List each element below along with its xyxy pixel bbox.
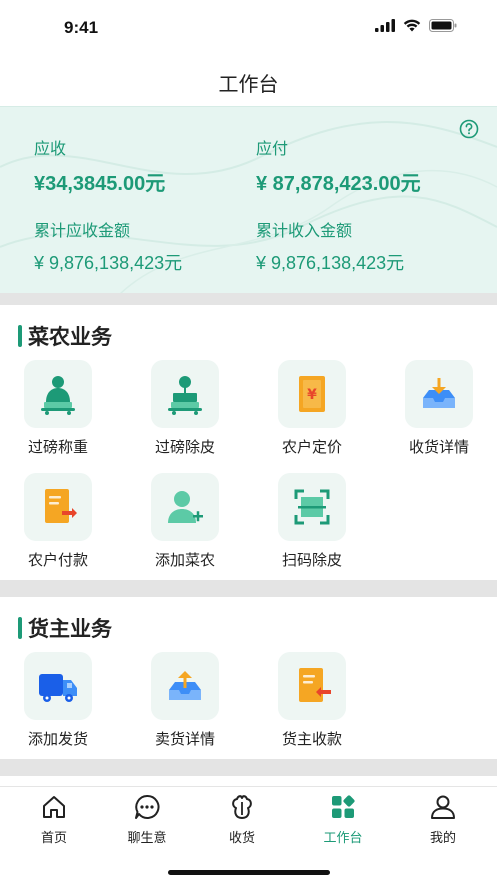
workbench-icon xyxy=(332,795,355,818)
payment-document-icon xyxy=(45,489,77,523)
tile-weigh[interactable]: 过磅称重 xyxy=(8,360,108,457)
tile-label: 添加菜农 xyxy=(154,551,215,569)
tab-chat[interactable]: 聊生意 xyxy=(107,793,187,846)
receivable-label: 应收 xyxy=(34,139,67,158)
tab-workbench[interactable]: 工作台 xyxy=(303,793,383,846)
tile-add-farmer[interactable]: 添加菜农 xyxy=(135,473,235,570)
total-income-block: 累计收入金额 ¥ 9,876,138,423元 xyxy=(256,217,404,275)
wifi-icon xyxy=(403,19,421,32)
tab-label: 聊生意 xyxy=(127,831,167,846)
total-income-label: 累计收入金额 xyxy=(256,221,353,240)
farmer-business-section: 菜农业务 过磅称重 过磅除皮 ¥ 农户定价 收货详情 农户付款 添加菜农 扫码除… xyxy=(0,305,497,580)
total-receivable-value: ¥ 9,876,138,423元 xyxy=(34,253,183,273)
payable-value: ¥ 87,878,423.00元 xyxy=(256,173,421,195)
tile-label: 过磅除皮 xyxy=(154,438,215,456)
status-icons xyxy=(375,19,457,32)
chat-icon xyxy=(135,794,160,819)
tile-owner-collection[interactable]: 货主收款 xyxy=(262,652,362,749)
battery-icon xyxy=(429,19,457,32)
scale-tare-icon xyxy=(168,376,202,415)
receivable-block: 应收 ¥34,3845.00元 xyxy=(34,135,165,196)
total-receivable-label: 累计应收金额 xyxy=(34,221,131,240)
sell-upload-icon xyxy=(169,671,201,700)
section-divider xyxy=(0,580,497,597)
section-accent-bar xyxy=(18,325,22,347)
payable-label: 应付 xyxy=(256,139,289,158)
tile-label: 扫码除皮 xyxy=(281,551,342,569)
tab-home[interactable]: 首页 xyxy=(14,793,94,846)
vegetable-icon xyxy=(232,795,252,819)
home-indicator xyxy=(168,870,330,875)
total-income-value: ¥ 9,876,138,423元 xyxy=(256,253,405,273)
user-icon xyxy=(431,795,455,819)
tile-receive-detail[interactable]: 收货详情 xyxy=(389,360,489,457)
truck-icon xyxy=(39,674,77,702)
total-receivable-block: 累计应收金额 ¥ 9,876,138,423元 xyxy=(34,217,182,275)
tile-label: 农户付款 xyxy=(27,551,88,569)
tab-label: 我的 xyxy=(429,831,456,846)
tab-receive[interactable]: 收货 xyxy=(202,793,282,846)
section-divider xyxy=(0,293,497,305)
price-document-icon: ¥ xyxy=(299,376,325,412)
status-time: 9:41 xyxy=(64,18,99,37)
tile-label: 货主收款 xyxy=(281,730,342,748)
status-bar: 9:41 xyxy=(0,0,497,56)
section-title-text: 货主业务 xyxy=(28,617,112,641)
tile-label: 收货详情 xyxy=(408,438,469,456)
help-icon[interactable] xyxy=(459,119,479,139)
tile-label: 过磅称重 xyxy=(27,438,88,456)
tab-label: 工作台 xyxy=(323,831,363,846)
add-user-icon xyxy=(168,491,203,523)
tile-label: 添加发货 xyxy=(27,730,88,748)
tile-farmer-pricing[interactable]: ¥ 农户定价 xyxy=(262,360,362,457)
scan-icon xyxy=(294,489,330,525)
section-title: 货主业务 xyxy=(18,613,112,643)
section-accent-bar xyxy=(18,617,22,639)
signal-icon xyxy=(375,19,395,32)
finance-summary: 应收 ¥34,3845.00元 应付 ¥ 87,878,423.00元 累计应收… xyxy=(0,106,497,293)
tile-farmer-payment[interactable]: 农户付款 xyxy=(8,473,108,570)
payable-block: 应付 ¥ 87,878,423.00元 xyxy=(256,135,421,196)
tile-scan-tare[interactable]: 扫码除皮 xyxy=(262,473,362,570)
tab-label: 首页 xyxy=(40,831,67,846)
receive-download-icon xyxy=(423,378,455,408)
tile-label: 卖货详情 xyxy=(154,730,215,748)
tab-me[interactable]: 我的 xyxy=(403,793,483,846)
svg-text:¥: ¥ xyxy=(307,387,317,403)
section-divider xyxy=(0,759,497,776)
collect-document-icon xyxy=(299,668,331,702)
bottom-tab-bar: 首页 聊生意 收货 工作台 我的 xyxy=(0,786,497,883)
tab-label: 收货 xyxy=(228,831,255,846)
scale-weigh-icon xyxy=(41,376,75,415)
tile-sales-detail[interactable]: 卖货详情 xyxy=(135,652,235,749)
owner-business-section: 货主业务 添加发货 卖货详情 货主收款 xyxy=(0,597,497,759)
section-title: 菜农业务 xyxy=(18,321,112,351)
tile-add-shipment[interactable]: 添加发货 xyxy=(8,652,108,749)
tile-label: 农户定价 xyxy=(281,438,342,456)
tile-tare[interactable]: 过磅除皮 xyxy=(135,360,235,457)
home-icon xyxy=(43,796,65,818)
page-title: 工作台 xyxy=(218,72,279,96)
nav-bar: 工作台 xyxy=(0,56,497,106)
section-title-text: 菜农业务 xyxy=(28,325,112,349)
receivable-value: ¥34,3845.00元 xyxy=(34,173,166,195)
